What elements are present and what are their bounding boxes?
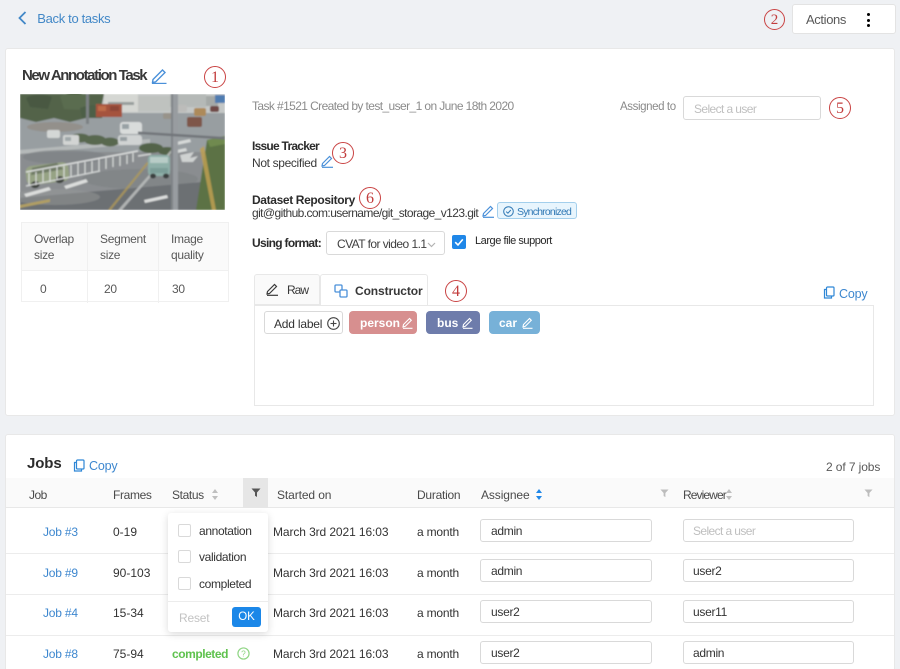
svg-text:?: ?: [241, 649, 246, 659]
